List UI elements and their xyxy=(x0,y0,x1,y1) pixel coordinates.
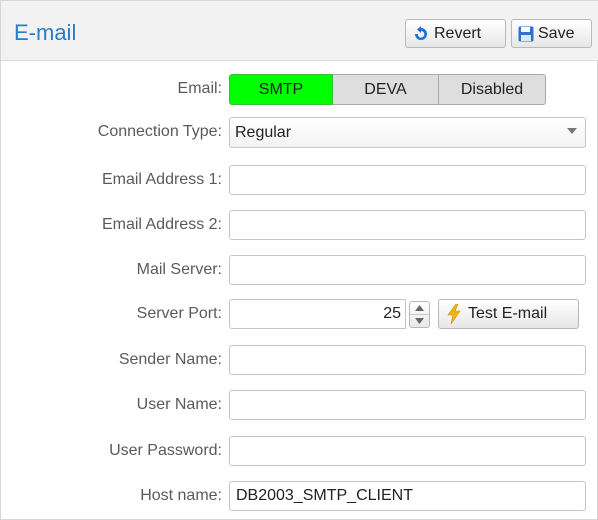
host-name-input[interactable] xyxy=(229,481,586,511)
email-address-2-input[interactable] xyxy=(229,210,586,240)
email-mode-disabled[interactable]: Disabled xyxy=(439,74,546,105)
user-password-row: User Password: xyxy=(1,436,598,468)
test-email-button[interactable]: Test E-mail xyxy=(438,299,579,329)
user-name-label: User Name: xyxy=(136,396,222,413)
email-address-1-input[interactable] xyxy=(229,165,586,195)
email-settings-panel: E-mail Revert Save Email: SMTP DEVA Disa… xyxy=(0,0,598,520)
panel-header: E-mail Revert Save xyxy=(1,1,598,61)
chevron-down-icon xyxy=(567,128,577,134)
mail-server-input[interactable] xyxy=(229,255,586,285)
server-port-label: Server Port: xyxy=(136,305,222,322)
host-name-row: Host name: xyxy=(1,481,598,513)
user-name-input[interactable] xyxy=(229,390,586,420)
connection-type-select[interactable]: Regular xyxy=(229,117,586,148)
revert-label: Revert xyxy=(434,24,482,42)
user-password-label: User Password: xyxy=(109,442,222,459)
triangle-up-icon xyxy=(415,305,424,311)
host-name-label: Host name: xyxy=(140,487,222,504)
sender-name-label: Sender Name: xyxy=(118,351,222,368)
stepper-down-button[interactable] xyxy=(410,315,429,327)
test-email-label: Test E-mail xyxy=(468,305,548,322)
email-address-1-row: Email Address 1: xyxy=(1,165,598,197)
revert-button[interactable]: Revert xyxy=(405,19,506,48)
email-address-2-row: Email Address 2: xyxy=(1,210,598,242)
server-port-stepper xyxy=(409,301,430,328)
sender-name-row: Sender Name: xyxy=(1,345,598,377)
email-mode-segmented: SMTP DEVA Disabled xyxy=(229,74,546,105)
user-password-input[interactable] xyxy=(229,436,586,466)
panel-title: E-mail xyxy=(14,20,77,45)
email-mode-row: Email: SMTP DEVA Disabled xyxy=(1,74,598,106)
email-mode-label: Email: xyxy=(177,80,222,97)
save-button[interactable]: Save xyxy=(511,19,592,48)
sender-name-input[interactable] xyxy=(229,345,586,375)
floppy-disk-icon xyxy=(518,26,534,41)
connection-type-value: Regular xyxy=(235,123,292,141)
mail-server-row: Mail Server: xyxy=(1,255,598,287)
lightning-bolt-icon xyxy=(447,304,461,324)
email-mode-smtp[interactable]: SMTP xyxy=(229,74,333,105)
connection-type-row: Connection Type: Regular xyxy=(1,117,598,149)
save-label: Save xyxy=(538,24,575,42)
triangle-down-icon xyxy=(415,318,424,324)
user-name-row: User Name: xyxy=(1,390,598,422)
mail-server-label: Mail Server: xyxy=(136,261,222,278)
email-address-2-label: Email Address 2: xyxy=(101,216,222,233)
server-port-input[interactable] xyxy=(229,299,406,329)
email-address-1-label: Email Address 1: xyxy=(101,171,222,188)
connection-type-label: Connection Type: xyxy=(97,123,222,140)
server-port-row: Server Port: Test E-mail xyxy=(1,299,598,331)
email-mode-deva[interactable]: DEVA xyxy=(333,74,439,105)
revert-icon xyxy=(415,25,427,40)
stepper-up-button[interactable] xyxy=(410,302,429,315)
